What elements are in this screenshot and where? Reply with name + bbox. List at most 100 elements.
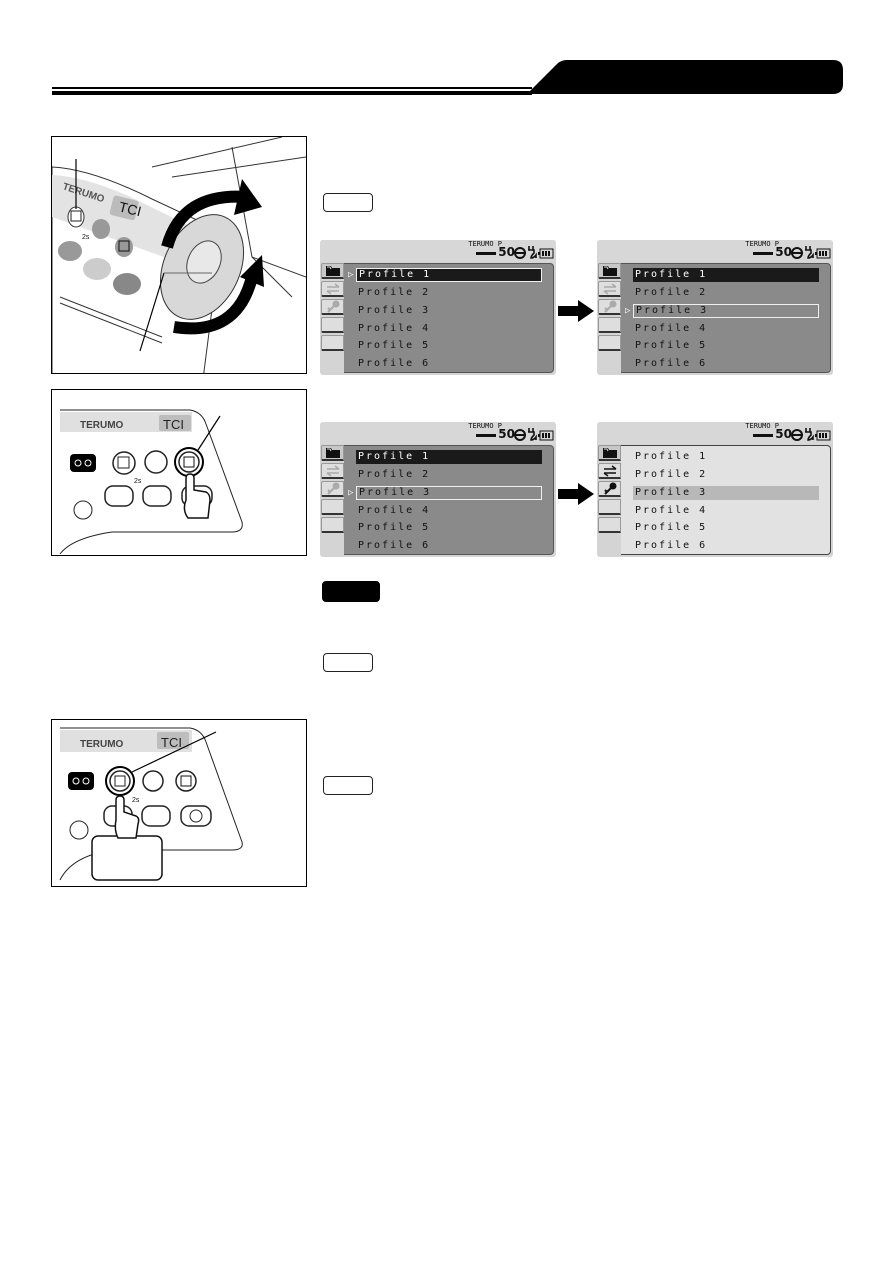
menu-tabs: [320, 445, 344, 555]
syringe-volume: 50: [498, 427, 515, 441]
profile-list-item[interactable]: Profile 1: [633, 450, 819, 464]
confirm-button-icon: [115, 237, 133, 257]
menu-tab-empty[interactable]: [321, 335, 344, 351]
key-icon: [602, 300, 618, 314]
figure-confirm-press: TERUMO TCI 2s: [51, 389, 307, 556]
menu-tab-key[interactable]: [598, 481, 621, 497]
profile-list-item[interactable]: Profile 2: [633, 286, 819, 300]
brand-label: TERUMO: [80, 739, 124, 750]
menu-tab-key[interactable]: [321, 481, 344, 497]
menu-tab-swap[interactable]: [321, 463, 344, 479]
menu-tabs: [597, 263, 621, 373]
status-icons: [514, 428, 554, 441]
menu-tab-key[interactable]: [598, 299, 621, 315]
profile-list-item[interactable]: Profile 4: [356, 322, 542, 336]
key-icon: [325, 300, 341, 314]
rewind-button-icon: [104, 485, 134, 507]
profile-list-item[interactable]: Profile 4: [633, 504, 819, 518]
menu-tab-empty[interactable]: [598, 317, 621, 333]
cursor-arrow-icon: ▷: [348, 488, 354, 498]
profile-list-item[interactable]: Profile 3: [633, 304, 819, 318]
profile-list-item[interactable]: Profile 4: [633, 322, 819, 336]
confirm-button-icon: [178, 451, 200, 473]
folder-icon: [602, 446, 618, 459]
key-icon: [602, 482, 618, 496]
menu-hint: 2s: [82, 234, 90, 241]
menu-tab-empty[interactable]: [321, 517, 344, 533]
key-icon: [325, 482, 341, 496]
menu-tab-swap[interactable]: [598, 281, 621, 297]
menu-tab-empty[interactable]: [321, 499, 344, 515]
profile-list-item[interactable]: Profile 3: [356, 486, 542, 500]
back-button-icon: [144, 450, 168, 474]
swap-icon: [325, 282, 341, 295]
profile-list-item[interactable]: Profile 5: [356, 521, 542, 535]
menu-tabs: [320, 263, 344, 373]
stop-button-icon: [180, 805, 212, 827]
tci-badge-label: TCI: [161, 735, 182, 750]
syringe-volume: 50: [498, 245, 515, 259]
profile-list-item[interactable]: Profile 1: [356, 268, 542, 282]
finger-press-icon: [183, 473, 211, 519]
profile-list-item[interactable]: Profile 5: [356, 339, 542, 353]
profile-list-item[interactable]: Profile 6: [356, 357, 542, 371]
status-icons: [514, 246, 554, 259]
pump-brand-label: TERUMO P: [745, 240, 779, 248]
profile-list-item[interactable]: Profile 4: [356, 504, 542, 518]
folder-icon: [325, 446, 341, 459]
menu-tab-empty[interactable]: [598, 499, 621, 515]
lcd-screen: TERUMO P 50 Profile 1 Profile 2 Profile 3 Pro…: [320, 422, 556, 557]
step-label-box: [323, 776, 373, 795]
menu-tab-swap[interactable]: [321, 281, 344, 297]
step-label-box-dark: [322, 581, 380, 602]
swap-icon: [602, 282, 618, 295]
profile-list-item[interactable]: Profile 3: [356, 304, 542, 318]
confirm-button-icon: [175, 770, 197, 792]
profile-list-item[interactable]: Profile 5: [633, 339, 819, 353]
menu-button-icon: [67, 206, 85, 228]
stop-button-icon: [113, 273, 141, 295]
swap-icon: [602, 464, 618, 477]
menu-tab-empty[interactable]: [598, 517, 621, 533]
profile-list-item[interactable]: Profile 1: [356, 450, 542, 464]
start-button-icon: [141, 805, 171, 827]
profile-list-item[interactable]: Profile 1: [633, 268, 819, 282]
start-button-icon: [83, 258, 111, 280]
lcd-screen: TERUMO P 50 Profile 1 Profile 2 Profile 3 Pro…: [597, 422, 833, 557]
menu-tab-folder[interactable]: [598, 263, 621, 279]
menu-tab-folder[interactable]: [321, 445, 344, 461]
profile-list-item[interactable]: Profile 5: [633, 521, 819, 535]
cursor-arrow-icon: ▷: [348, 270, 354, 280]
profile-list-item[interactable]: Profile 2: [356, 286, 542, 300]
profile-list-item[interactable]: Profile 6: [356, 539, 542, 553]
ac-power-icon: [805, 428, 814, 441]
ac-power-icon: [805, 246, 814, 259]
profile-list-item[interactable]: Profile 6: [633, 357, 819, 371]
menu-tab-swap[interactable]: [598, 463, 621, 479]
header-rule-thin: [52, 87, 532, 89]
menu-tab-folder[interactable]: [321, 263, 344, 279]
syringe-icon: [476, 252, 496, 255]
power-button-icon: [68, 772, 94, 790]
brand-label: TERUMO: [80, 420, 124, 431]
syringe-volume: 50: [775, 245, 792, 259]
profile-list-item[interactable]: Profile 2: [633, 468, 819, 482]
pump-brand-label: TERUMO P: [468, 422, 502, 430]
menu-tab-folder[interactable]: [598, 445, 621, 461]
step-label-box: [323, 193, 373, 212]
profile-list-item[interactable]: Profile 3: [633, 486, 819, 500]
menu-tab-empty[interactable]: [321, 317, 344, 333]
pump-brand-label: TERUMO P: [468, 240, 502, 248]
profile-list-item[interactable]: Profile 2: [356, 468, 542, 482]
syringe-volume: 50: [775, 427, 792, 441]
syringe-icon: [476, 434, 496, 437]
menu-tab-key[interactable]: [321, 299, 344, 315]
control-panel-illustration: TERUMO TCI 2s: [59, 727, 243, 881]
figure-dial: TERUMO TCI 2s: [51, 136, 307, 374]
ac-power-icon: [528, 246, 537, 259]
profile-list-item[interactable]: Profile 6: [633, 539, 819, 553]
syringe-icon: [753, 252, 773, 255]
syringe-icon: [753, 434, 773, 437]
menu-tab-empty[interactable]: [598, 335, 621, 351]
pump-dial-illustration: TERUMO TCI 2s: [52, 137, 306, 373]
